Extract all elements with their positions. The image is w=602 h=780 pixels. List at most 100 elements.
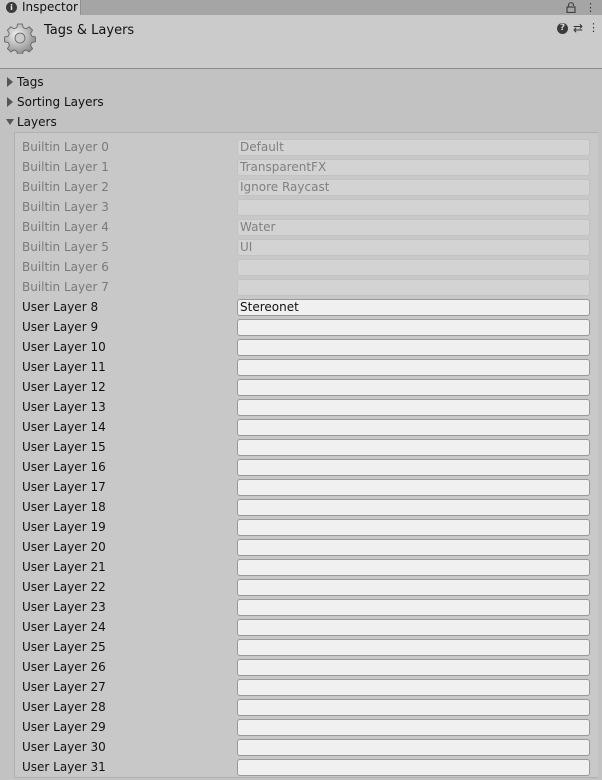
layer-name-field[interactable] — [237, 579, 590, 596]
layer-name-field[interactable] — [237, 619, 590, 636]
layer-row: User Layer 16 — [0, 457, 602, 477]
foldout-label: Sorting Layers — [17, 95, 104, 109]
layer-label: User Layer 24 — [22, 620, 106, 634]
expanded-arrow-icon — [6, 119, 14, 125]
layer-row: User Layer 10 — [0, 337, 602, 357]
layer-row: User Layer 26 — [0, 657, 602, 677]
layer-row: Builtin Layer 3 — [0, 197, 602, 217]
layer-row: User Layer 21 — [0, 557, 602, 577]
layer-label: User Layer 18 — [22, 500, 106, 514]
layer-name-field[interactable] — [237, 399, 590, 416]
tab-inspector[interactable]: i Inspector — [0, 0, 81, 15]
layer-label: Builtin Layer 1 — [22, 160, 109, 174]
presets-icon[interactable]: ⇄ — [572, 21, 584, 35]
layer-row: Builtin Layer 6 — [0, 257, 602, 277]
layer-name-field[interactable] — [237, 519, 590, 536]
layer-row: User Layer 23 — [0, 597, 602, 617]
layer-name-field[interactable] — [237, 359, 590, 376]
foldout-label: Layers — [17, 115, 57, 129]
layer-name-field[interactable] — [237, 679, 590, 696]
component-title: Tags & Layers — [44, 23, 135, 38]
layer-row: User Layer 13 — [0, 397, 602, 417]
layer-label: User Layer 17 — [22, 480, 106, 494]
layer-row: Builtin Layer 5 UI — [0, 237, 602, 257]
help-icon[interactable]: ? — [557, 23, 568, 34]
layer-name-field[interactable] — [237, 319, 590, 336]
foldout-sorting-layers[interactable]: Sorting Layers — [0, 92, 602, 112]
foldout-label: Tags — [17, 75, 44, 89]
info-icon: i — [6, 2, 17, 13]
layer-label: User Layer 9 — [22, 320, 99, 334]
layer-name-field[interactable] — [237, 739, 590, 756]
layer-name-field: Default — [237, 139, 590, 156]
layer-label: User Layer 30 — [22, 740, 106, 754]
layer-label: User Layer 23 — [22, 600, 106, 614]
layer-row: User Layer 15 — [0, 437, 602, 457]
layer-name-field[interactable] — [237, 559, 590, 576]
layer-label: User Layer 15 — [22, 440, 106, 454]
layer-name-field[interactable] — [237, 759, 590, 776]
layer-name-field: UI — [237, 239, 590, 256]
inspector-header: Tags & Layers ? ⇄ ⋮ — [0, 15, 602, 69]
tab-menu-icon[interactable]: ⋮ — [585, 1, 596, 14]
layer-row: Builtin Layer 2 Ignore Raycast — [0, 177, 602, 197]
gear-icon — [4, 23, 36, 54]
layer-name-field[interactable]: Stereonet — [237, 299, 590, 316]
layer-name-field[interactable] — [237, 639, 590, 656]
layer-row: Builtin Layer 7 — [0, 277, 602, 297]
foldout-layers[interactable]: Layers — [0, 112, 602, 132]
layer-label: Builtin Layer 4 — [22, 220, 109, 234]
window-tab-bar: i Inspector ⋮ — [0, 0, 602, 15]
layer-name-field[interactable] — [237, 439, 590, 456]
layer-row: User Layer 11 — [0, 357, 602, 377]
layer-label: User Layer 10 — [22, 340, 106, 354]
layer-row: Builtin Layer 4 Water — [0, 217, 602, 237]
layer-row: User Layer 20 — [0, 537, 602, 557]
layer-label: User Layer 16 — [22, 460, 106, 474]
layer-name-field[interactable] — [237, 599, 590, 616]
layer-name-field[interactable] — [237, 699, 590, 716]
layer-name-field — [237, 199, 590, 216]
layer-label: User Layer 19 — [22, 520, 106, 534]
layer-name-field[interactable] — [237, 499, 590, 516]
layer-label: Builtin Layer 3 — [22, 200, 109, 214]
layer-label: User Layer 8 — [22, 300, 99, 314]
layer-label: User Layer 13 — [22, 400, 106, 414]
layer-label: User Layer 12 — [22, 380, 106, 394]
layer-row: User Layer 9 — [0, 317, 602, 337]
layer-row: User Layer 30 — [0, 737, 602, 757]
layer-row: User Layer 28 — [0, 697, 602, 717]
layer-label: User Layer 20 — [22, 540, 106, 554]
layer-label: User Layer 27 — [22, 680, 106, 694]
layer-label: Builtin Layer 0 — [22, 140, 109, 154]
layer-label: Builtin Layer 6 — [22, 260, 109, 274]
layer-label: User Layer 22 — [22, 580, 106, 594]
layer-row: User Layer 25 — [0, 637, 602, 657]
layer-row: Builtin Layer 0 Default — [0, 137, 602, 157]
layer-row: User Layer 18 — [0, 497, 602, 517]
lock-icon[interactable] — [566, 2, 576, 13]
layer-name-field[interactable] — [237, 539, 590, 556]
layer-row: User Layer 22 — [0, 577, 602, 597]
layer-name-field[interactable] — [237, 459, 590, 476]
layer-row: User Layer 31 — [0, 757, 602, 777]
context-menu-icon[interactable]: ⋮ — [588, 21, 599, 35]
layer-name-field[interactable] — [237, 339, 590, 356]
layer-name-field[interactable] — [237, 479, 590, 496]
layer-row: User Layer 27 — [0, 677, 602, 697]
layer-name-field[interactable] — [237, 659, 590, 676]
layer-name-field: TransparentFX — [237, 159, 590, 176]
layer-name-field[interactable] — [237, 419, 590, 436]
layer-label: User Layer 29 — [22, 720, 106, 734]
layer-name-field[interactable] — [237, 379, 590, 396]
layer-name-field: Water — [237, 219, 590, 236]
layer-row: Builtin Layer 1 TransparentFX — [0, 157, 602, 177]
tab-label: Inspector — [22, 0, 78, 14]
foldout-tags[interactable]: Tags — [0, 72, 602, 92]
layer-name-field[interactable] — [237, 719, 590, 736]
layer-name-field — [237, 279, 590, 296]
layer-row: User Layer 17 — [0, 477, 602, 497]
layer-label: Builtin Layer 5 — [22, 240, 109, 254]
layer-label: User Layer 25 — [22, 640, 106, 654]
layer-name-field — [237, 259, 590, 276]
